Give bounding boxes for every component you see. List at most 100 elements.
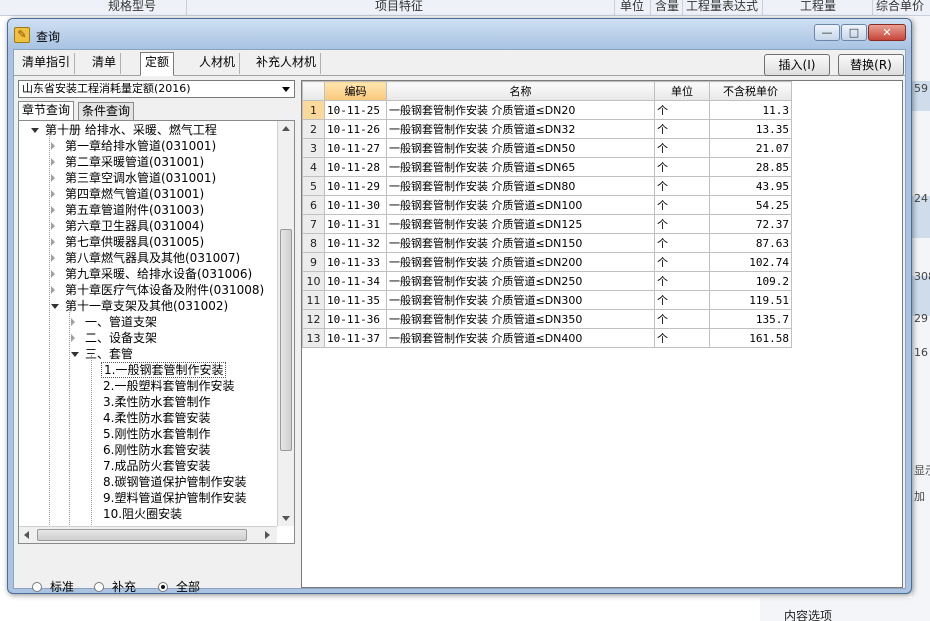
scroll-up-icon[interactable] [282, 126, 290, 131]
tree-node[interactable]: 第五章管道附件(031003) [51, 202, 206, 218]
code-cell[interactable]: 10-11-29 [324, 176, 387, 196]
row-number-cell[interactable]: 3 [302, 138, 325, 158]
price-cell[interactable]: 109.2 [709, 271, 792, 291]
row-number-cell[interactable]: 1 [302, 100, 325, 120]
price-cell[interactable]: 28.85 [709, 157, 792, 177]
col-header-price[interactable]: 不含税单价 [709, 81, 792, 101]
price-cell[interactable]: 72.37 [709, 214, 792, 234]
name-cell[interactable]: 一般钢套管制作安装 介质管道≤DN125 [386, 214, 655, 234]
col-header-unit[interactable]: 单位 [654, 81, 710, 101]
close-button[interactable]: ✕ [868, 24, 906, 41]
row-number-cell[interactable]: 10 [302, 271, 325, 291]
price-cell[interactable]: 119.51 [709, 290, 792, 310]
row-number-cell[interactable]: 12 [302, 309, 325, 329]
table-row[interactable]: 9 10-11-33 一般钢套管制作安装 介质管道≤DN200 个 102.74 [302, 252, 792, 272]
name-cell[interactable]: 一般钢套管制作安装 介质管道≤DN200 [386, 252, 655, 272]
tree-node[interactable]: 7.成品防火套管安装 [101, 458, 212, 474]
code-cell[interactable]: 10-11-25 [324, 100, 387, 120]
radio-standard-icon[interactable] [32, 582, 42, 592]
tree-node[interactable]: 一、管道支架 [71, 314, 159, 330]
unit-cell[interactable]: 个 [654, 195, 710, 215]
name-cell[interactable]: 一般钢套管制作安装 介质管道≤DN150 [386, 233, 655, 253]
tab-condition-query[interactable]: 条件查询 [78, 102, 135, 120]
unit-cell[interactable]: 个 [654, 252, 710, 272]
code-cell[interactable]: 10-11-28 [324, 157, 387, 177]
price-cell[interactable]: 135.7 [709, 309, 792, 329]
expand-arrow-icon[interactable] [51, 206, 55, 214]
table-row[interactable]: 12 10-11-36 一般钢套管制作安装 介质管道≤DN350 个 135.7 [302, 309, 792, 329]
name-cell[interactable]: 一般钢套管制作安装 介质管道≤DN50 [386, 138, 655, 158]
radio-supplement-icon[interactable] [94, 582, 104, 592]
minimize-button[interactable]: — [814, 24, 840, 41]
row-number-cell[interactable]: 9 [302, 252, 325, 272]
unit-cell[interactable]: 个 [654, 119, 710, 139]
price-cell[interactable]: 54.25 [709, 195, 792, 215]
expand-arrow-icon[interactable] [71, 318, 75, 326]
unit-cell[interactable]: 个 [654, 157, 710, 177]
tree-horizontal-scrollbar[interactable] [19, 526, 277, 543]
price-cell[interactable]: 87.63 [709, 233, 792, 253]
radio-supplement[interactable]: 补充 [94, 578, 136, 595]
col-header-code[interactable]: 编码 [324, 81, 387, 101]
code-cell[interactable]: 10-11-33 [324, 252, 387, 272]
tree-horizontal-thumb[interactable] [37, 529, 247, 541]
row-number-cell[interactable]: 2 [302, 119, 325, 139]
tree-node[interactable]: 第八章燃气器具及其他(031007) [51, 250, 242, 266]
expand-arrow-icon[interactable] [51, 190, 55, 198]
code-cell[interactable]: 10-11-31 [324, 214, 387, 234]
tree-node[interactable]: 6.刚性防水套管安装 [101, 442, 212, 458]
tree-node[interactable]: 9.塑料管道保护管制作安装 [101, 490, 248, 506]
tab-quota[interactable]: 定额 [140, 52, 175, 76]
tree-node[interactable]: 第十一章支架及其他(031002) [51, 298, 230, 314]
scroll-left-icon[interactable] [24, 531, 29, 539]
insert-button[interactable]: 插入(I) [764, 54, 830, 76]
name-cell[interactable]: 一般钢套管制作安装 介质管道≤DN80 [386, 176, 655, 196]
table-row[interactable]: 10 10-11-34 一般钢套管制作安装 介质管道≤DN250 个 109.2 [302, 271, 792, 291]
row-number-cell[interactable]: 7 [302, 214, 325, 234]
tree-node[interactable]: 第四章燃气管道(031001) [51, 186, 206, 202]
code-cell[interactable]: 10-11-35 [324, 290, 387, 310]
tree-node[interactable]: 第一章给排水管道(031001) [51, 138, 218, 154]
price-cell[interactable]: 11.3 [709, 100, 792, 120]
dialog-titlebar[interactable]: ✎ 查询 — □ ✕ [8, 19, 911, 49]
table-row[interactable]: 6 10-11-30 一般钢套管制作安装 介质管道≤DN100 个 54.25 [302, 195, 792, 215]
code-cell[interactable]: 10-11-36 [324, 309, 387, 329]
unit-cell[interactable]: 个 [654, 176, 710, 196]
tree-vertical-scrollbar[interactable] [277, 121, 294, 526]
tree-node[interactable]: 第十章医疗气体设备及附件(031008) [51, 282, 266, 298]
unit-cell[interactable]: 个 [654, 233, 710, 253]
code-cell[interactable]: 10-11-26 [324, 119, 387, 139]
chevron-down-icon[interactable] [282, 87, 290, 92]
table-row[interactable]: 11 10-11-35 一般钢套管制作安装 介质管道≤DN300 个 119.51 [302, 290, 792, 310]
row-number-cell[interactable]: 8 [302, 233, 325, 253]
unit-cell[interactable]: 个 [654, 309, 710, 329]
collapse-arrow-icon[interactable] [51, 304, 59, 309]
expand-arrow-icon[interactable] [51, 158, 55, 166]
col-header-name[interactable]: 名称 [386, 81, 655, 101]
name-cell[interactable]: 一般钢套管制作安装 介质管道≤DN250 [386, 271, 655, 291]
tab-bill-guide[interactable]: 清单指引 [18, 53, 76, 74]
name-cell[interactable]: 一般钢套管制作安装 介质管道≤DN65 [386, 157, 655, 177]
tab-chapter-query[interactable]: 章节查询 [18, 101, 75, 121]
code-cell[interactable]: 10-11-27 [324, 138, 387, 158]
name-cell[interactable]: 一般钢套管制作安装 介质管道≤DN32 [386, 119, 655, 139]
expand-arrow-icon[interactable] [51, 238, 55, 246]
tree-node[interactable]: 第十册 给排水、采暖、燃气工程 [31, 122, 219, 138]
unit-cell[interactable]: 个 [654, 214, 710, 234]
unit-cell[interactable]: 个 [654, 138, 710, 158]
code-cell[interactable]: 10-11-34 [324, 271, 387, 291]
expand-arrow-icon[interactable] [51, 286, 55, 294]
radio-all-icon[interactable] [158, 582, 168, 592]
table-row[interactable]: 1 10-11-25 一般钢套管制作安装 介质管道≤DN20 个 11.3 [302, 100, 792, 120]
unit-cell[interactable]: 个 [654, 100, 710, 120]
table-row[interactable]: 2 10-11-26 一般钢套管制作安装 介质管道≤DN32 个 13.35 [302, 119, 792, 139]
tree-node[interactable]: 第九章采暖、给排水设备(031006) [51, 266, 254, 282]
name-cell[interactable]: 一般钢套管制作安装 介质管道≤DN350 [386, 309, 655, 329]
table-row[interactable]: 3 10-11-27 一般钢套管制作安装 介质管道≤DN50 个 21.07 [302, 138, 792, 158]
price-cell[interactable]: 102.74 [709, 252, 792, 272]
row-number-cell[interactable]: 5 [302, 176, 325, 196]
expand-arrow-icon[interactable] [51, 142, 55, 150]
code-cell[interactable]: 10-11-37 [324, 328, 387, 348]
tree-node[interactable]: 第三章空调水管道(031001) [51, 170, 218, 186]
tree-vertical-thumb[interactable] [280, 229, 292, 451]
